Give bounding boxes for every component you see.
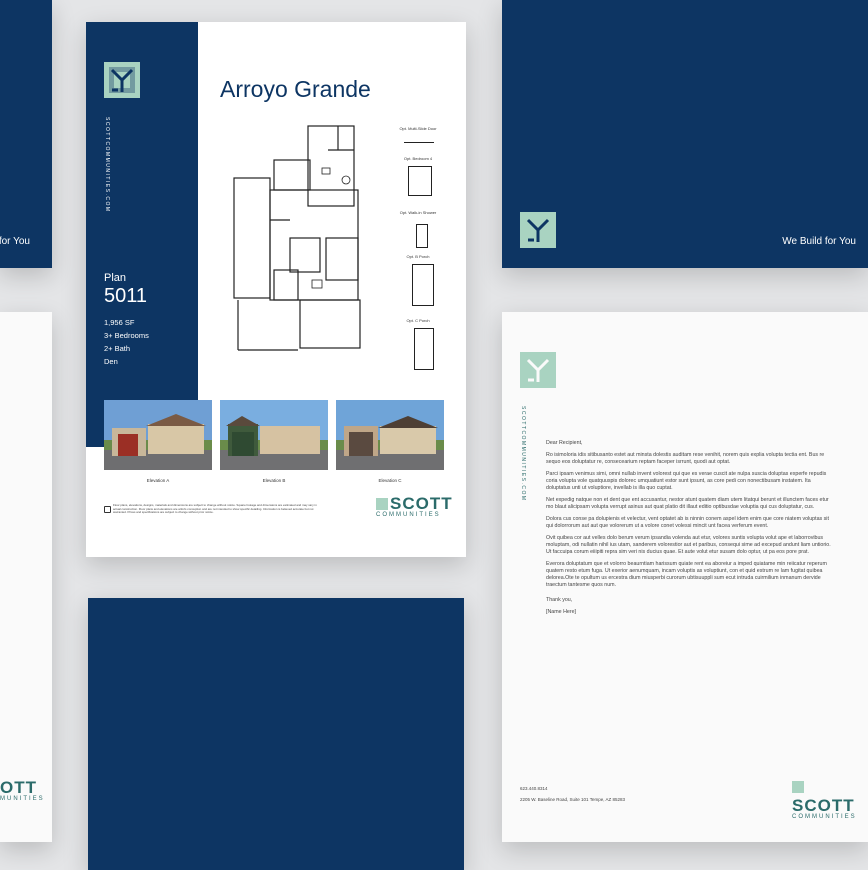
plan-label: Plan <box>104 272 127 284</box>
flyer-sidebar: SCOTTCOMMUNITIES.COM Plan 5011 1,956 SF … <box>86 22 198 447</box>
left-brochure-back: OTT MUNITIES <box>0 312 52 842</box>
letter-closing: Thank you, <box>546 597 573 603</box>
flyer-vertical-url: SCOTTCOMMUNITIES.COM <box>104 117 110 213</box>
letter-paragraph: Net expedig natque non et dent que ent a… <box>546 497 829 510</box>
floor-plan <box>218 120 364 362</box>
spec-sf: 1,956 SF <box>104 318 135 327</box>
option-b-porch: Opt. B Porch <box>406 254 430 259</box>
spec-bedrooms: 3+ Bedrooms <box>104 331 149 340</box>
option-bedroom-4: Opt. Bedroom 4 <box>403 156 433 161</box>
flyer-disclaimer: Floor plans, elevations, designs, materi… <box>113 503 317 515</box>
folder-logo-mark-icon <box>520 212 556 248</box>
folder-cover: We Build for You <box>502 0 868 268</box>
letter-phone: 623.440.8314 <box>520 786 548 791</box>
left-brochure-tagline: for You <box>0 236 30 247</box>
option-multi-slide-door: Opt. Multi-Slide Door <box>399 126 437 131</box>
spec-den: Den <box>104 357 118 366</box>
option-c-porch: Opt. C Porch <box>406 318 430 323</box>
letterhead-brand-logo-icon <box>792 780 804 793</box>
brand-logo-icon <box>376 498 388 510</box>
plan-specs: 1,956 SF 3+ Bedrooms 2+ Bath Den <box>104 316 149 368</box>
option-b-porch-drawing <box>412 264 434 306</box>
letterhead: SCOTTCOMMUNITIES.COM Dear Recipient, Ro … <box>502 312 868 842</box>
letter-signature: [Name Here] <box>546 609 577 615</box>
elevation-b-label: Elevation B <box>262 478 286 483</box>
letterhead-logo-mark-icon <box>520 352 556 388</box>
elevation-a-label: Elevation A <box>146 478 170 483</box>
left-brochure-brand: OTT MUNITIES <box>0 778 45 802</box>
elevation-a-image <box>104 400 212 470</box>
letter-paragraph: Parci ipsam venimus simi, omni nullab in… <box>546 471 827 491</box>
elevation-c-image <box>336 400 444 470</box>
letter-paragraph: Everora doluptatum que et volorro beaurn… <box>546 561 827 588</box>
letter-paragraph: Dolora cus conse pa dolupienis et velect… <box>546 516 829 529</box>
letter-body: Dear Recipient, Ro isimoloria idis sitib… <box>546 440 832 621</box>
letter-greeting: Dear Recipient, <box>546 440 583 446</box>
plan-number: 5011 <box>104 285 148 307</box>
flyer-title: Arroyo Grande <box>220 76 371 102</box>
letter-paragraph: Ovit quibea cor aut velles dolo berum ve… <box>546 535 831 555</box>
left-brochure-cover: for You <box>0 0 52 268</box>
info-icon <box>104 506 111 513</box>
letterhead-brand: SCOTT COMMUNITIES <box>792 778 868 820</box>
folder-tagline: We Build for You <box>782 236 856 247</box>
letter-paragraph: Ro isimoloria idis sitibusanto estet aut… <box>546 452 825 465</box>
elevation-b-image <box>220 400 328 470</box>
logo-mark-icon <box>104 62 140 98</box>
option-c-porch-drawing <box>414 328 434 370</box>
bottom-folder-panel <box>88 598 464 870</box>
option-walk-in-shower: Opt. Walk-in Shower <box>399 210 437 215</box>
flyer-brand: SCOTT COMMUNITIES <box>376 494 453 518</box>
option-bedroom-4-drawing <box>408 166 432 196</box>
spec-bath: 2+ Bath <box>104 344 131 353</box>
option-multi-slide-door-drawing <box>404 136 434 143</box>
letter-address: 2205 W. Baseline Road, Suite 101 Tempe, … <box>520 797 625 802</box>
plan-flyer: SCOTTCOMMUNITIES.COM Plan 5011 1,956 SF … <box>86 22 466 557</box>
letterhead-vertical-url: SCOTTCOMMUNITIES.COM <box>520 406 526 502</box>
elevation-c-label: Elevation C <box>378 478 402 483</box>
option-walk-in-shower-drawing <box>416 224 428 248</box>
